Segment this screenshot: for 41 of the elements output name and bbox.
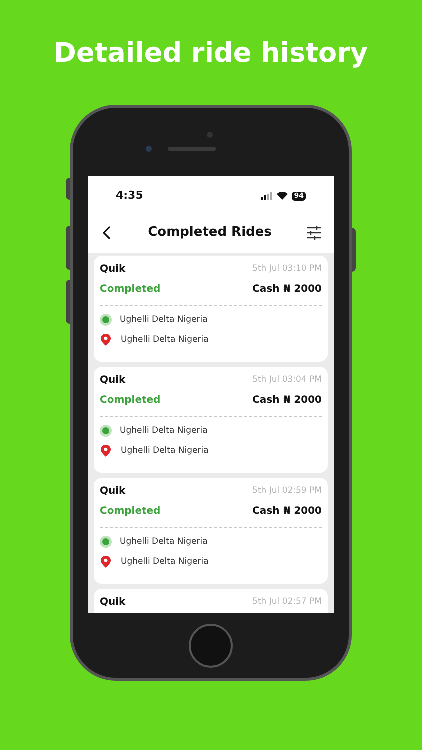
ride-time: 5th Jul 03:04 PM [252, 374, 322, 387]
provider-name: Quik [100, 374, 126, 388]
provider-name: Quik [100, 596, 126, 610]
provider-name: Quik [100, 263, 126, 277]
pickup-location: Ughelli Delta Nigeria [120, 536, 208, 549]
ride-status: Completed [100, 283, 161, 297]
ride-time: 5th Jul 02:59 PM [252, 485, 322, 498]
fare-amount: ₦ 2000 [284, 394, 322, 408]
payment-method: Cash [252, 394, 280, 408]
ride-card[interactable]: Quik 5th Jul 02:57 PM [94, 589, 328, 613]
payment-method: Cash [252, 283, 280, 297]
status-time: 4:35 [116, 188, 144, 204]
filter-button[interactable] [306, 226, 322, 240]
ride-status: Completed [100, 394, 161, 408]
ride-card[interactable]: Quik 5th Jul 03:10 PM Completed Cash ₦ 2000 Ughelli Delta Nigeria Ughelli Delta Nigeria [94, 256, 328, 362]
page-title: Completed Rides [148, 224, 272, 242]
signal-icon [261, 192, 274, 200]
ride-card[interactable]: Quik 5th Jul 03:04 PM Completed Cash ₦ 2000 Ughelli Delta Nigeria Ughelli Delta Nigeria [94, 367, 328, 473]
ride-status: Completed [100, 505, 161, 519]
pickup-dot-icon [100, 425, 112, 438]
pickup-dot-icon [100, 536, 112, 548]
location-pin-icon [101, 556, 111, 568]
ride-card[interactable]: Quik 5th Jul 02:59 PM Completed Cash ₦ 2000 Ughelli Delta Nigeria Ughelli Delta Nigeria [94, 478, 328, 584]
dropoff-location: Ughelli Delta Nigeria [121, 444, 209, 458]
ride-time: 5th Jul 03:10 PM [252, 263, 322, 276]
fare-amount: ₦ 2000 [284, 283, 322, 297]
dropoff-location: Ughelli Delta Nigeria [121, 334, 209, 346]
headline: Detailed ride history [54, 37, 368, 71]
home-button[interactable] [189, 624, 233, 668]
fare-amount: ₦ 2000 [284, 505, 322, 519]
location-pin-icon [101, 334, 111, 346]
pickup-dot-icon [100, 314, 112, 326]
location-pin-icon [101, 445, 111, 458]
pickup-location: Ughelli Delta Nigeria [120, 314, 208, 327]
wifi-icon [277, 192, 288, 200]
payment-method: Cash [252, 505, 280, 519]
pickup-location: Ughelli Delta Nigeria [120, 425, 208, 438]
dropoff-location: Ughelli Delta Nigeria [121, 556, 209, 568]
ride-time: 5th Jul 02:57 PM [252, 596, 322, 609]
provider-name: Quik [100, 485, 126, 499]
sensor [146, 146, 152, 152]
